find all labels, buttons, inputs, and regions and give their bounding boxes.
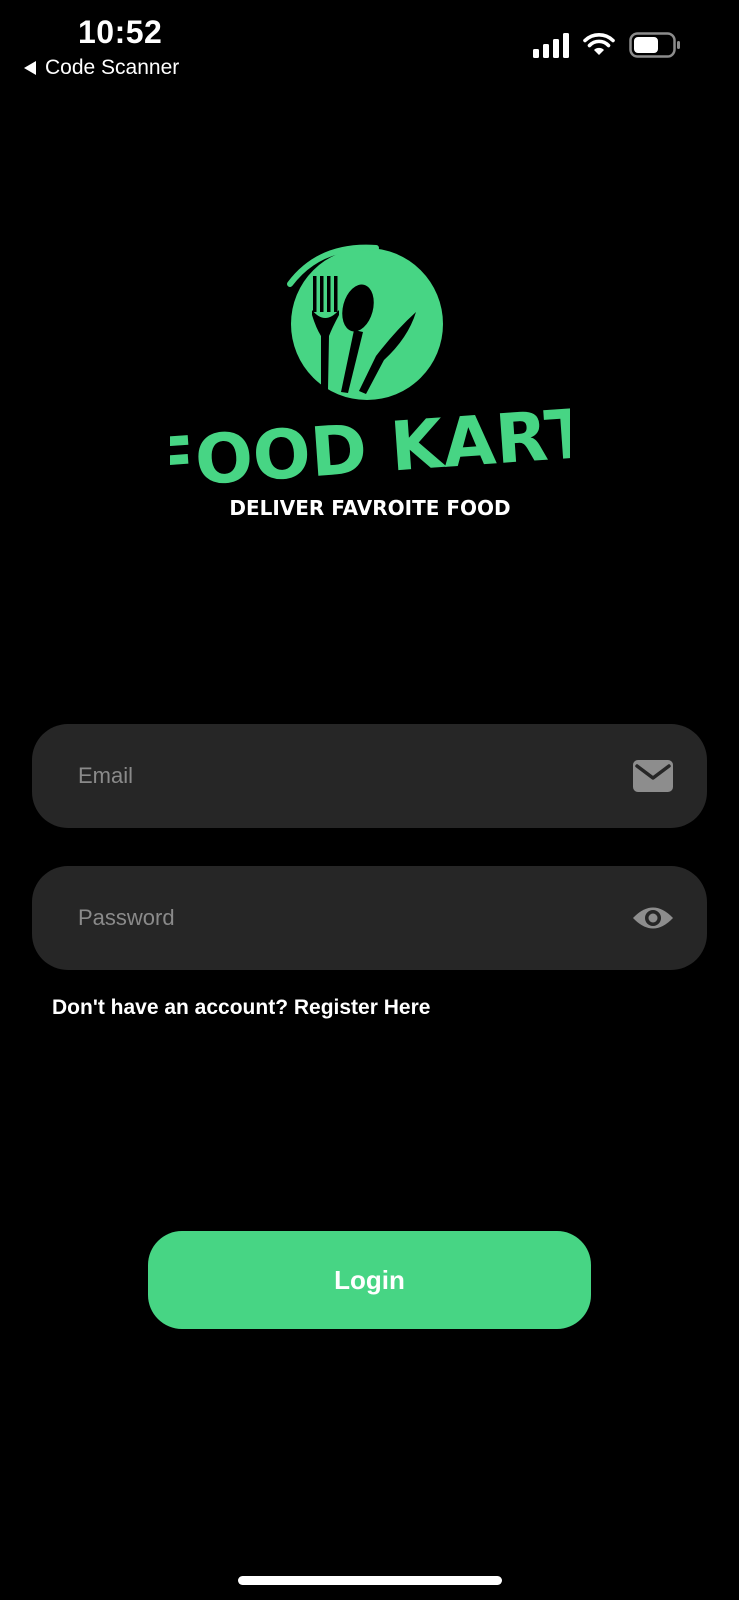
back-link-label: Code Scanner [45,56,180,79]
password-field-container [32,865,707,971]
wifi-icon [583,33,615,55]
back-to-app-link[interactable]: Code Scanner [24,56,179,80]
login-screen: 10:52 Code Scanner FOOD KART DELIVER FAV… [0,0,739,1600]
status-time: 10:52 [78,14,163,50]
email-field-container [32,723,707,829]
eye-icon[interactable] [631,896,675,940]
mail-icon [631,754,675,798]
status-icons [533,32,681,58]
food-kart-logo: FOOD KART DELIVER FAVROITE FOOD [146,240,594,540]
register-link[interactable]: Don't have an account? Register Here [52,996,430,1020]
cellular-signal-icon [533,32,569,58]
login-button[interactable]: Login [148,1231,591,1329]
brand-name: FOOD KART [170,395,570,505]
back-arrow-icon [24,61,36,75]
password-input[interactable] [76,865,631,971]
battery-icon [629,32,680,58]
brand-tagline: DELIVER FAVROITE FOOD [229,496,510,520]
home-indicator [238,1576,502,1585]
email-input[interactable] [76,723,631,829]
